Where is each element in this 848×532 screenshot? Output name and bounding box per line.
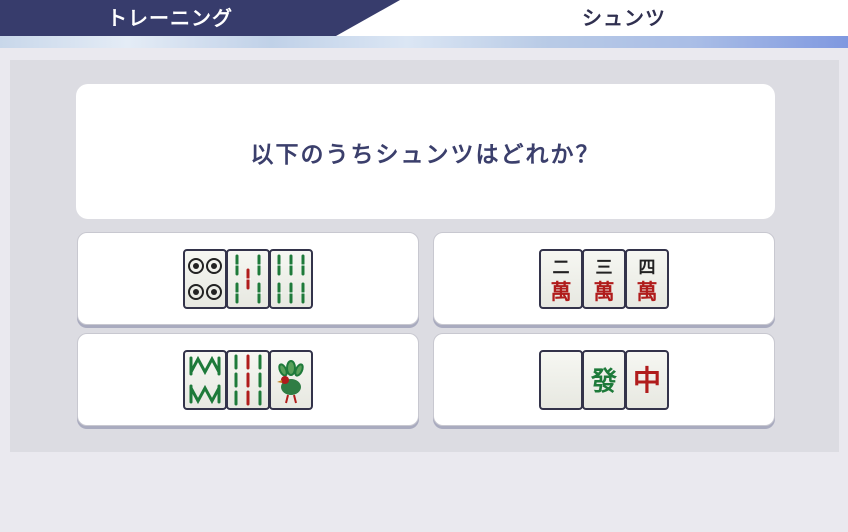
tile-green-dragon: 發 <box>581 349 626 410</box>
tile-hatsu-label: 發 <box>589 367 617 397</box>
question-card: 以下のうちシュンツはどれか？ <box>76 84 775 219</box>
tile-chun-label: 中 <box>632 364 660 397</box>
tile-red-dragon: 中 <box>624 349 669 410</box>
tile-6-sou <box>268 248 313 309</box>
tile-8-sou <box>182 349 227 410</box>
tile-2-man: 二 萬 <box>538 248 583 309</box>
tile-suit-label: 萬 <box>550 279 571 304</box>
header-bar: トレーニング シュンツ <box>0 0 848 36</box>
answer-option-1[interactable] <box>77 232 419 325</box>
page-title: シュンツ <box>582 6 666 30</box>
answer-option-4[interactable]: 發 中 <box>433 333 775 426</box>
tile-suit-label: 萬 <box>593 279 614 304</box>
tile-group <box>182 248 313 309</box>
decorative-stripe <box>0 36 848 48</box>
question-text: 以下のうちシュンツはどれか？ <box>250 141 601 168</box>
tile-number-label: 三 <box>595 258 612 278</box>
tile-3-man: 三 萬 <box>581 248 626 309</box>
tile-1-sou <box>268 349 313 410</box>
answer-option-3[interactable] <box>77 333 419 426</box>
tile-4-man: 四 萬 <box>624 248 669 309</box>
tile-white-dragon <box>538 349 583 410</box>
tile-number-label: 二 <box>552 258 569 278</box>
tile-group <box>182 349 313 410</box>
tile-4-pin <box>182 248 227 309</box>
tile-5-sou <box>225 248 270 309</box>
tile-suit-label: 萬 <box>636 279 657 304</box>
tile-group: 發 中 <box>538 349 669 410</box>
tile-group: 二 萬 三 萬 四 萬 <box>538 248 669 309</box>
tile-number-label: 四 <box>638 258 655 278</box>
tile-9-sou <box>225 349 270 410</box>
answer-option-2[interactable]: 二 萬 三 萬 四 萬 <box>433 232 775 325</box>
footer-area <box>0 463 848 532</box>
tab-training-label[interactable]: トレーニング <box>0 0 340 36</box>
